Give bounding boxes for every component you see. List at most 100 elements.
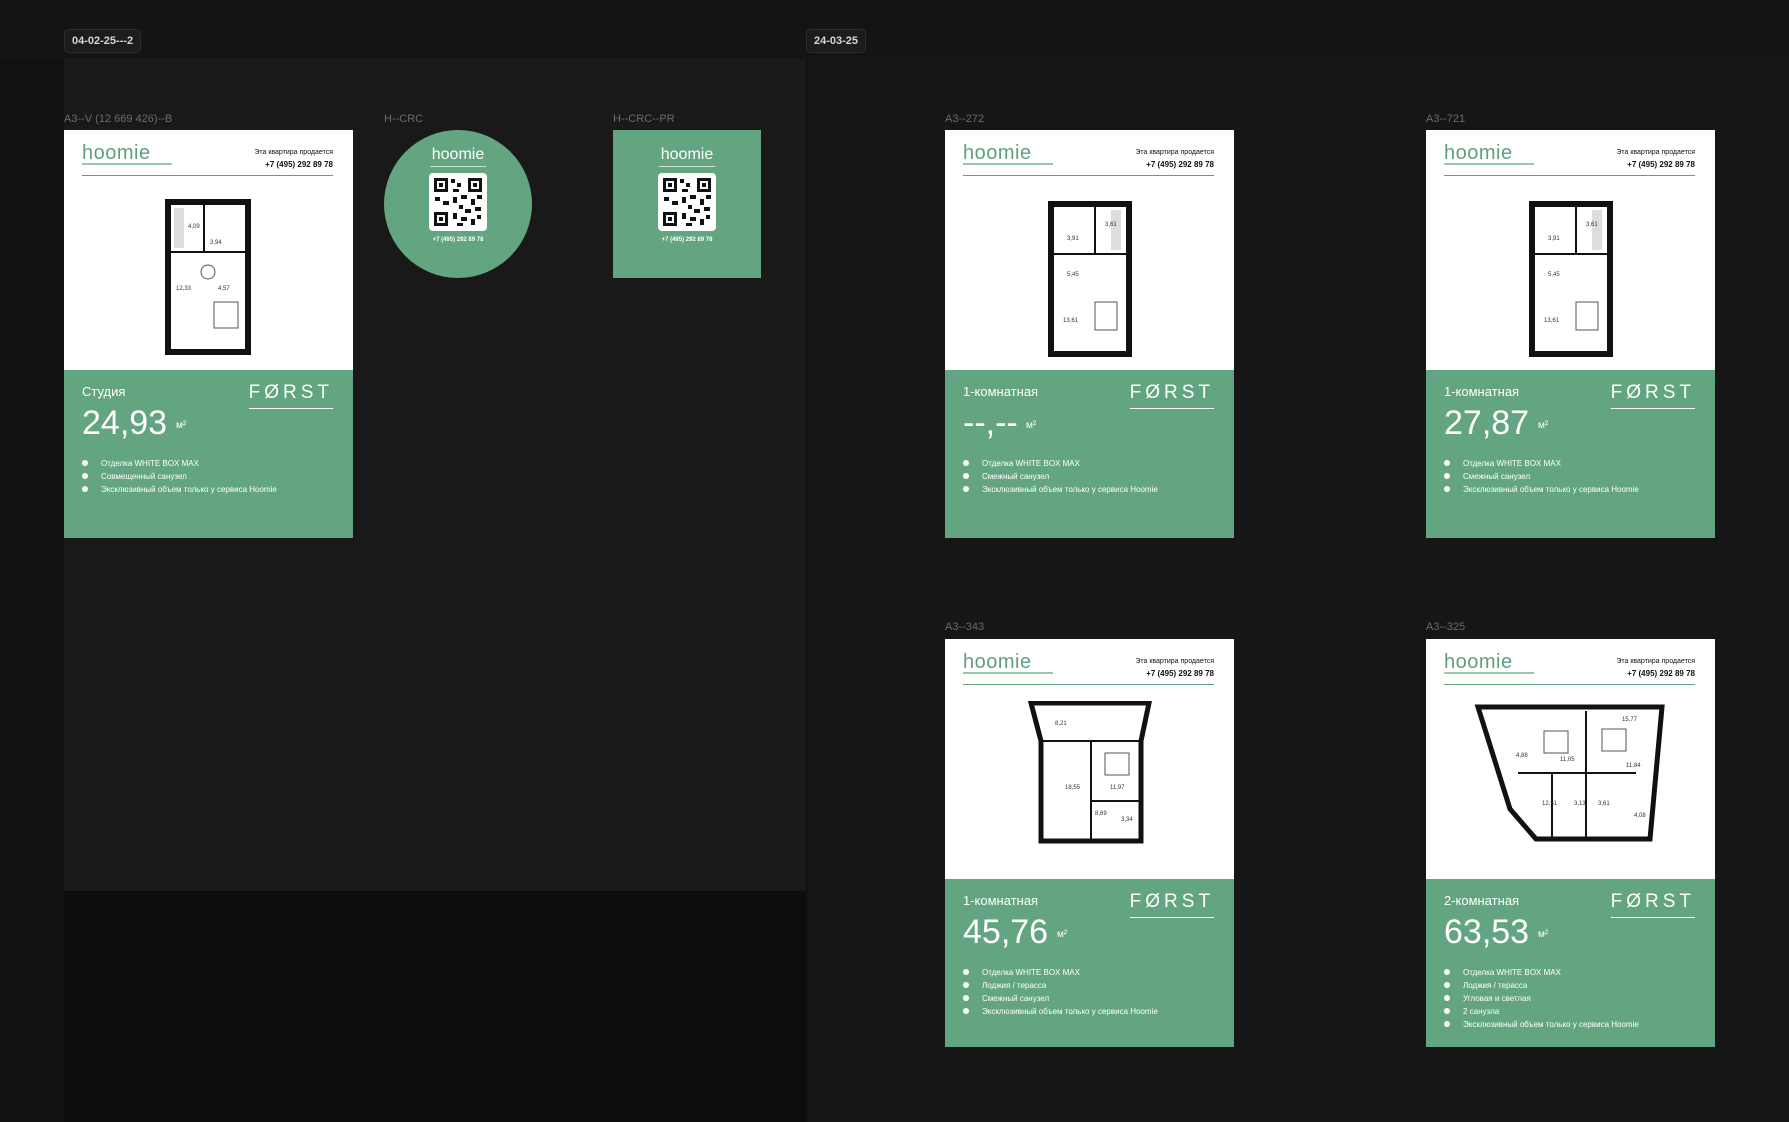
frame-label-a721[interactable]: A3--721	[1426, 113, 1465, 125]
feature-list: Отделка WHITE BOX MAX Смежный санузел Эк…	[1444, 457, 1639, 496]
contact-note: Эта квартира продается	[1616, 658, 1695, 665]
feature-item: Совмещенный санузел	[82, 470, 277, 483]
room-label: 3,91	[1548, 236, 1560, 242]
room-label: 13,61	[1063, 318, 1079, 324]
section-tag-left[interactable]: 04-02-25---2	[64, 29, 142, 53]
contact-phone: +7 (495) 292 89 78	[265, 160, 333, 169]
frame-label-a343[interactable]: A3--343	[945, 621, 984, 633]
room-label: 13,61	[1544, 318, 1560, 324]
hoomie-logo: hoomie	[82, 142, 151, 164]
header-divider	[963, 684, 1214, 685]
floor-plan: 15,77 4,88 11,05 11,84 12,51 3,13 3,61 4…	[1474, 704, 1665, 842]
contact-note: Эта квартира продается	[1616, 149, 1695, 156]
header-divider	[1444, 175, 1695, 176]
contact-block: Эта квартира продается +7 (495) 292 89 7…	[1135, 656, 1214, 680]
apartment-area: 27,87	[1444, 404, 1530, 442]
contact-block: Эта квартира продается +7 (495) 292 89 7…	[1616, 147, 1695, 171]
room-label: 4,08	[1634, 813, 1646, 819]
room-label: 15,77	[1622, 717, 1638, 723]
apartment-area: 45,76	[963, 913, 1049, 951]
area-unit: м²	[1057, 929, 1068, 940]
room-label: 8,21	[1055, 721, 1067, 727]
room-label: 11,97	[1110, 785, 1125, 791]
section-tag-right[interactable]: 24-03-25	[806, 29, 867, 53]
qr-sticker-square[interactable]: hoomie +7 (495) 292 89 78	[613, 130, 761, 278]
floor-plan: 8,21 18,55 11,97 8,69 3,34	[1027, 701, 1152, 844]
poster-a272[interactable]: hoomie Эта квартира продается +7 (495) 2…	[945, 130, 1234, 538]
contact-phone: +7 (495) 292 89 78	[1146, 160, 1214, 169]
feature-item: Смежный санузел	[963, 470, 1158, 483]
poster-a325[interactable]: hoomie Эта квартира продается +7 (495) 2…	[1426, 639, 1715, 1047]
hoomie-logo: hoomie	[660, 146, 714, 163]
poster-a721[interactable]: hoomie Эта квартира продается +7 (495) 2…	[1426, 130, 1715, 538]
room-label: 3,61	[1105, 222, 1117, 228]
frame-label-qr-square[interactable]: H--CRC--PR	[613, 113, 675, 125]
apartment-type: 2-комнатная	[1444, 893, 1520, 908]
forst-logo: FØRST	[1610, 382, 1695, 409]
poster-info: 2-комнатная FØRST 63,53 м² Отделка WHITE…	[1426, 879, 1715, 1047]
frame-label-a272[interactable]: A3--272	[945, 113, 984, 125]
room-label: 5,45	[1548, 272, 1560, 278]
hoomie-logo: hoomie	[963, 142, 1032, 164]
feature-item: Эксклюзивный объем только у сервиса Hoom…	[1444, 483, 1639, 496]
floor-plan: 4,09 3,94 12,33 4,57	[165, 199, 251, 355]
forst-logo: FØRST	[1610, 891, 1695, 918]
contact-note: Эта квартира продается	[1135, 658, 1214, 665]
poster-header: hoomie Эта квартира продается +7 (495) 2…	[64, 130, 353, 370]
room-label: 3,13	[1574, 801, 1586, 807]
frame-label-a325[interactable]: A3--325	[1426, 621, 1465, 633]
feature-item: Эксклюзивный объем только у сервиса Hoom…	[963, 483, 1158, 496]
qr-phone: +7 (495) 292 89 78	[661, 237, 713, 243]
floor-plan: 3,61 3,91 5,45 13,61	[1048, 201, 1132, 357]
feature-item: Эксклюзивный объем только у сервиса Hoom…	[1444, 1018, 1639, 1031]
room-label: 12,51	[1542, 801, 1558, 807]
poster-header: hoomie Эта квартира продается +7 (495) 2…	[1426, 130, 1715, 370]
area-unit: м²	[1026, 420, 1037, 431]
poster-studio[interactable]: hoomie Эта квартира продается +7 (495) 2…	[64, 130, 353, 538]
room-label: 4,57	[218, 286, 230, 292]
feature-list: Отделка WHITE BOX MAX Лоджия / терасса У…	[1444, 966, 1639, 1031]
section-area-left-lower	[64, 891, 806, 1122]
apartment-type: 1-комнатная	[963, 893, 1039, 908]
area-unit: м²	[1538, 929, 1549, 940]
contact-phone: +7 (495) 292 89 78	[1627, 669, 1695, 678]
feature-item: Угловая и светлая	[1444, 992, 1639, 1005]
feature-item: Эксклюзивный объем только у сервиса Hoom…	[963, 1005, 1158, 1018]
logo-tagline-mark	[1444, 672, 1534, 674]
room-label: 5,45	[1067, 272, 1079, 278]
apartment-area: 63,53	[1444, 913, 1530, 951]
contact-block: Эта квартира продается +7 (495) 292 89 7…	[1135, 147, 1214, 171]
poster-info: Студия FØRST 24,93 м² Отделка WHITE BOX …	[64, 370, 353, 538]
poster-a343[interactable]: hoomie Эта квартира продается +7 (495) 2…	[945, 639, 1234, 1047]
feature-item: Отделка WHITE BOX MAX	[1444, 966, 1639, 979]
frame-label-studio[interactable]: A3--V (12 669 426)--B	[64, 113, 172, 125]
qr-code-icon	[429, 173, 487, 231]
apartment-type: Студия	[82, 384, 126, 399]
feature-item: Отделка WHITE BOX MAX	[963, 966, 1158, 979]
room-label: 4,88	[1516, 753, 1528, 759]
feature-item: Отделка WHITE BOX MAX	[963, 457, 1158, 470]
forst-logo: FØRST	[248, 382, 333, 409]
feature-item: Отделка WHITE BOX MAX	[82, 457, 277, 470]
feature-item: Лоджия / терасса	[963, 979, 1158, 992]
feature-item: Смежный санузел	[1444, 470, 1639, 483]
frame-label-qr-circle[interactable]: H--CRC	[384, 113, 423, 125]
logo-tagline-mark	[82, 163, 172, 165]
apartment-type: 1-комнатная	[1444, 384, 1520, 399]
forst-logo: FØRST	[1129, 891, 1214, 918]
logo-tagline-mark	[1444, 163, 1534, 165]
feature-item: Лоджия / терасса	[1444, 979, 1639, 992]
canvas-topbar	[0, 0, 1789, 58]
contact-phone: +7 (495) 292 89 78	[1627, 160, 1695, 169]
qr-sticker-circle[interactable]: hoomie +7 (495) 292 89 78	[384, 130, 532, 278]
logo-tagline-mark	[963, 163, 1053, 165]
contact-note: Эта квартира продается	[254, 149, 333, 156]
poster-info: 1-комнатная FØRST 27,87 м² Отделка WHITE…	[1426, 370, 1715, 538]
area-unit: м²	[1538, 420, 1549, 431]
room-label: 3,61	[1598, 801, 1610, 807]
logo-tagline-mark	[963, 672, 1053, 674]
hoomie-logo: hoomie	[431, 146, 485, 163]
qr-code-icon	[658, 173, 716, 231]
poster-header: hoomie Эта квартира продается +7 (495) 2…	[1426, 639, 1715, 879]
feature-item: Смежный санузел	[963, 992, 1158, 1005]
